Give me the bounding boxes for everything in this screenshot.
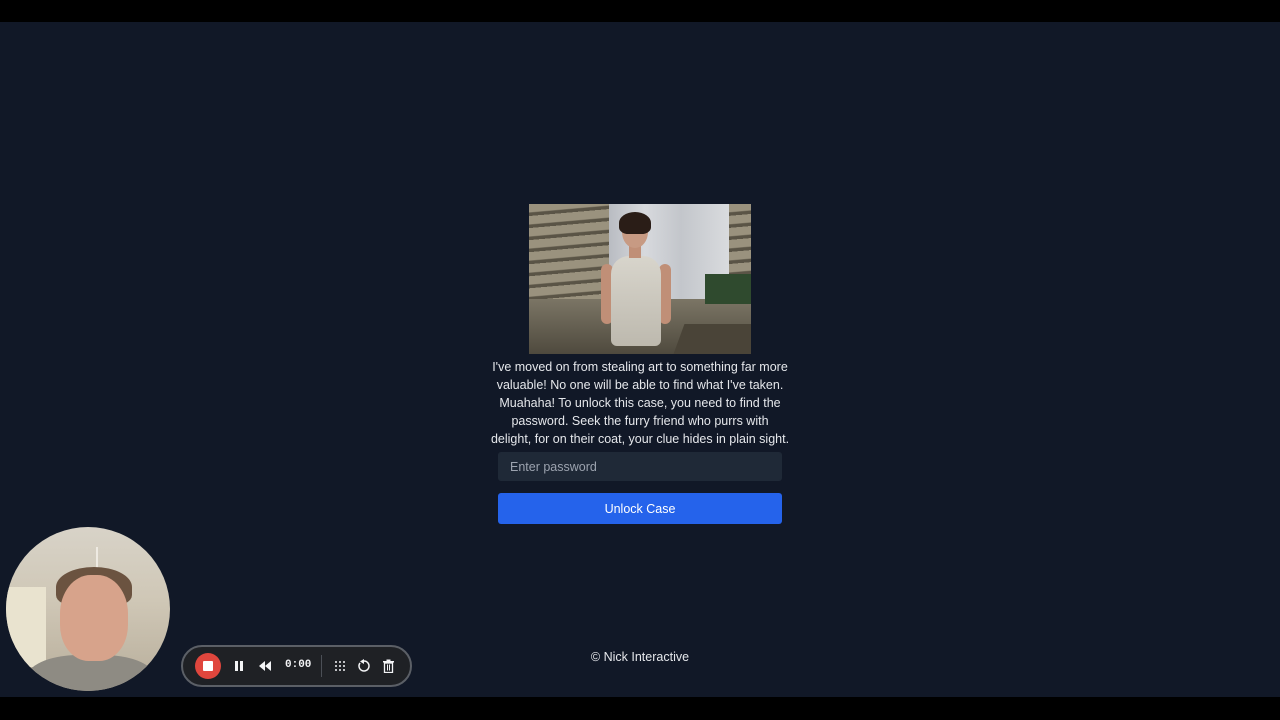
top-letterbox	[0, 0, 1280, 22]
trash-icon[interactable]	[378, 656, 398, 676]
rewind-icon[interactable]	[255, 656, 275, 676]
password-input[interactable]	[498, 452, 782, 481]
webcam-bubble[interactable]	[6, 527, 170, 691]
stop-icon[interactable]	[195, 653, 221, 679]
bottom-letterbox	[0, 697, 1280, 720]
case-card: I've moved on from stealing art to somet…	[490, 204, 790, 524]
undo-icon[interactable]	[354, 656, 374, 676]
recording-toolbar: 0:00	[181, 645, 412, 687]
grid-icon[interactable]	[330, 656, 350, 676]
pause-icon[interactable]	[229, 656, 249, 676]
page-viewport: I've moved on from stealing art to somet…	[0, 22, 1280, 697]
villain-image	[529, 204, 751, 354]
toolbar-divider	[321, 655, 322, 677]
case-message: I've moved on from stealing art to somet…	[490, 360, 790, 446]
recording-timer: 0:00	[285, 659, 312, 671]
unlock-case-button[interactable]: Unlock Case	[498, 493, 782, 524]
